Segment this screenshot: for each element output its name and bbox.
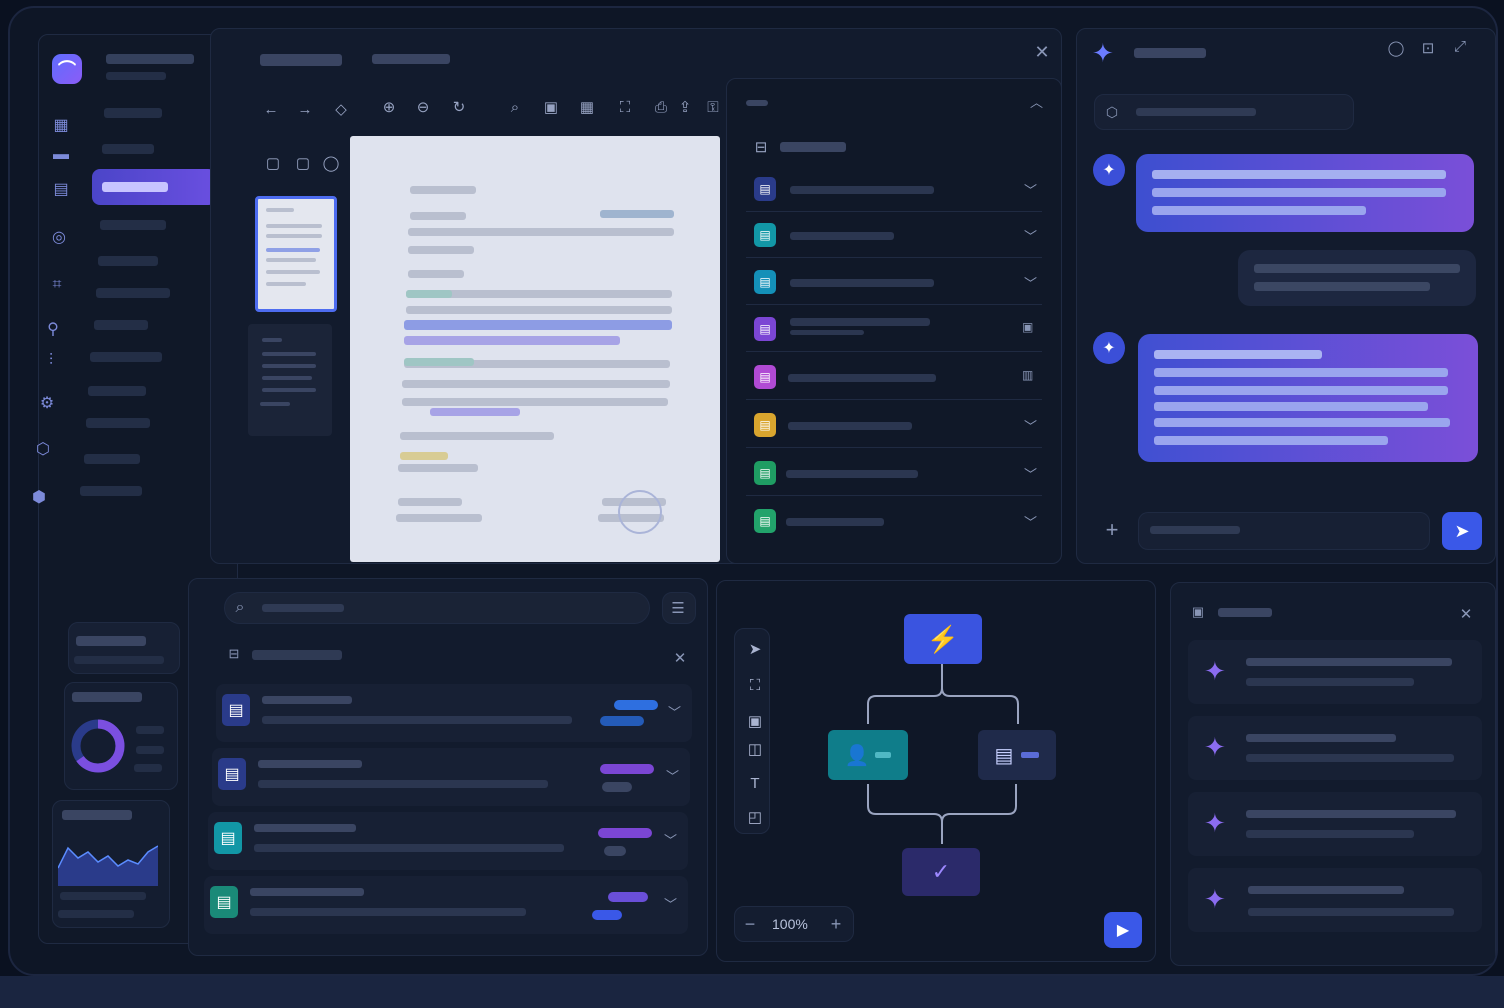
suggestion-detail	[1246, 678, 1414, 686]
suggestion-title	[1246, 658, 1452, 666]
zoom-out-button[interactable]: −	[740, 914, 760, 934]
run-flow-button[interactable]: ▶	[1104, 912, 1142, 948]
sparkle-icon: ✦	[1204, 808, 1226, 838]
suggestion-detail	[1246, 830, 1414, 838]
sparkle-icon: ✦	[1204, 656, 1226, 686]
suggestion-card[interactable]: ✦	[1188, 640, 1482, 704]
suggestion-title	[1246, 810, 1456, 818]
trigger-node[interactable]: ⚡	[904, 614, 982, 664]
app-screen: ⌒ ▦ ▬ ▤ ◎ ⌗ ⚲ ⫶ ⚙ ⬡ ⬢ ✕ ← → ◇ ⊕ ⊖ ↻ ⌕ ▣ …	[8, 6, 1498, 976]
user-node-tag	[875, 752, 892, 758]
zoom-in-button[interactable]: +	[826, 914, 846, 934]
suggestion-detail	[1248, 908, 1454, 916]
document-node[interactable]: ▤	[978, 730, 1056, 780]
close-icon[interactable]: ✕	[1456, 604, 1476, 624]
suggestion-title	[1248, 886, 1404, 894]
approval-node[interactable]: ✓	[902, 848, 980, 896]
zoom-level: 100%	[772, 916, 808, 932]
sparkle-icon: ✦	[1204, 732, 1226, 762]
suggestion-card[interactable]: ✦	[1188, 792, 1482, 856]
document-node-tag	[1021, 752, 1040, 758]
suggestion-card[interactable]: ✦	[1188, 716, 1482, 780]
suggestion-title	[1246, 734, 1396, 742]
panel-icon: ▣	[1191, 604, 1205, 619]
user-node[interactable]: 👤	[828, 730, 908, 780]
suggestion-card[interactable]: ✦	[1188, 868, 1482, 932]
device-bezel	[0, 976, 1504, 1008]
suggestion-detail	[1246, 754, 1454, 762]
suggestions-title	[1218, 608, 1272, 617]
sparkle-icon: ✦	[1204, 884, 1226, 914]
